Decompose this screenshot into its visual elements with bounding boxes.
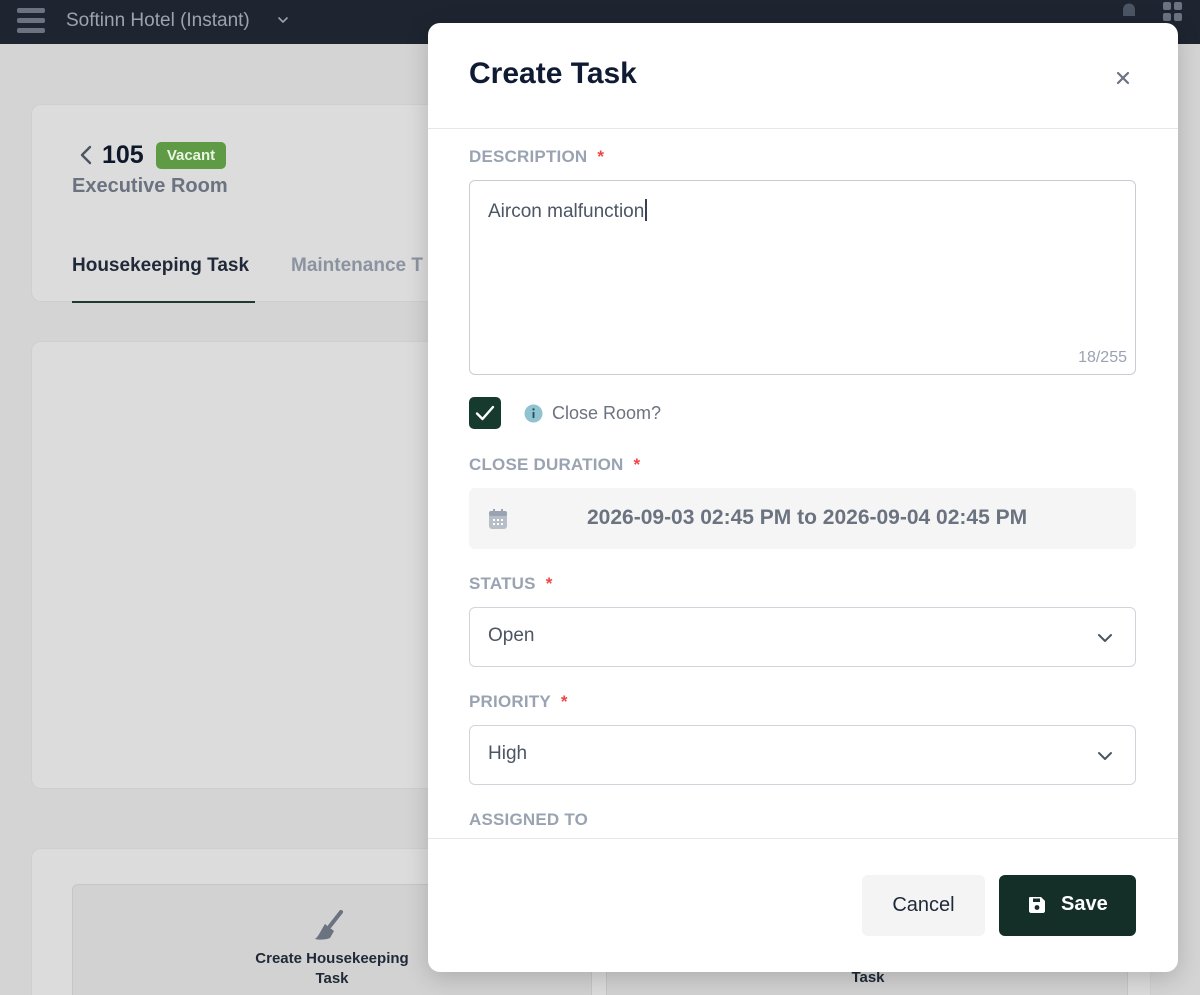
close-room-checkbox[interactable] xyxy=(469,397,501,429)
close-room-label: Close Room? xyxy=(552,403,662,423)
task-list-card xyxy=(31,341,451,789)
status-select[interactable]: Open xyxy=(469,607,1136,667)
info-icon[interactable] xyxy=(524,404,543,423)
description-value: Aircon malfunction xyxy=(488,199,647,223)
active-tab-indicator xyxy=(72,301,255,303)
apps-icon[interactable] xyxy=(1162,0,1184,22)
close-duration-picker[interactable]: 2026-09-03 02:45 PM to 2026-09-04 02:45 … xyxy=(469,488,1136,549)
bell-icon[interactable] xyxy=(1118,0,1140,22)
priority-value: High xyxy=(488,743,528,764)
status-badge: Vacant xyxy=(156,142,226,169)
char-counter: 18/255 xyxy=(1078,349,1127,366)
room-number: 105 xyxy=(102,141,144,169)
text-caret xyxy=(645,199,647,221)
status-value: Open xyxy=(488,625,535,646)
close-duration-value: 2026-09-03 02:45 PM to 2026-09-04 02:45 … xyxy=(587,506,1028,529)
broom-icon xyxy=(315,910,343,940)
chevron-left-icon[interactable] xyxy=(78,144,94,166)
priority-label: PRIORITY * xyxy=(469,692,568,711)
header-divider xyxy=(428,128,1178,129)
chevron-down-icon[interactable] xyxy=(277,14,289,26)
chevron-down-icon xyxy=(1098,752,1112,760)
create-task-modal: Create Task DESCRIPTION * Aircon malfunct… xyxy=(428,23,1178,972)
hotel-selector[interactable]: Softinn Hotel (Instant) xyxy=(66,10,250,32)
tab-housekeeping-task[interactable]: Housekeeping Task xyxy=(72,255,249,277)
assigned-to-label: ASSIGNED TO xyxy=(469,810,589,829)
cancel-button[interactable]: Cancel xyxy=(862,875,985,936)
check-icon xyxy=(475,405,495,421)
modal-title: Create Task xyxy=(469,57,637,90)
room-type: Executive Room xyxy=(72,175,228,197)
save-button-label: Save xyxy=(1061,893,1108,915)
description-textarea[interactable]: Aircon malfunction 18/255 xyxy=(469,180,1136,375)
calendar-icon xyxy=(489,509,507,529)
status-label: STATUS * xyxy=(469,574,553,593)
description-label: DESCRIPTION * xyxy=(469,147,605,166)
save-icon xyxy=(1029,897,1045,913)
chevron-down-icon xyxy=(1098,634,1112,642)
footer-divider xyxy=(428,838,1178,839)
priority-select[interactable]: High xyxy=(469,725,1136,785)
save-button[interactable]: Save xyxy=(999,875,1136,936)
create-housekeeping-label: Create Housekeeping Task xyxy=(255,950,409,987)
hamburger-menu-icon[interactable] xyxy=(17,8,45,34)
close-duration-label: CLOSE DURATION * xyxy=(469,455,641,474)
close-icon[interactable] xyxy=(1112,67,1134,89)
tab-maintenance-task[interactable]: Maintenance T xyxy=(291,255,423,277)
